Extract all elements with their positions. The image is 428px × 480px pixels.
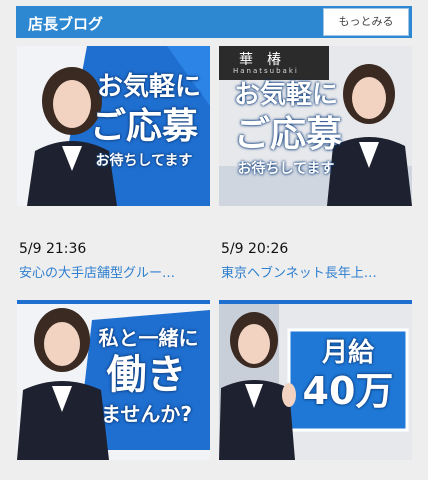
section-title: 店長ブログ [28, 15, 104, 33]
banner-line-1: 月給 [321, 338, 374, 368]
sign-subtext: Hanatsubaki [233, 67, 299, 75]
blog-thumbnail[interactable]: お気軽に ご応募 お待ちしてます [17, 46, 210, 206]
blog-card[interactable]: 月給 40万 [219, 300, 412, 480]
banner-line-3: ませんか? [100, 402, 192, 426]
banner-line-2: ご応募 [89, 106, 198, 147]
sign-text: 華 椿 [239, 52, 281, 68]
more-button[interactable]: もっとみる [323, 8, 409, 36]
blog-card[interactable]: お気軽に ご応募 お待ちしてます 5/9 21:36 安心の大手店舗型グルー… [17, 46, 210, 286]
banner-line-1: 私と一緒に [98, 326, 199, 350]
post-date: 5/9 21:36 [19, 241, 87, 257]
blog-thumbnail[interactable]: 私と一緒に 働き ませんか? [17, 300, 210, 460]
banner-line-3: お待ちしてます [95, 153, 193, 169]
post-title[interactable]: 東京ヘブンネット長年上… [221, 262, 412, 281]
section-header: 店長ブログ もっとみる [16, 6, 412, 38]
banner-line-2: 働き [106, 352, 187, 398]
blog-thumbnail[interactable]: 華 椿 Hanatsubaki お気軽に ご応募 お待ちしてます [219, 46, 412, 206]
blog-card[interactable]: 私と一緒に 働き ませんか? [17, 300, 210, 480]
banner-line-2: ご応募 [233, 114, 342, 155]
banner-line-3: お待ちしてます [237, 161, 335, 177]
banner-line-2: 40万 [302, 369, 394, 413]
post-title[interactable]: 安心の大手店舗型グルー… [19, 262, 210, 281]
post-date: 5/9 20:26 [221, 241, 289, 257]
blog-thumbnail[interactable]: 月給 40万 [219, 300, 412, 460]
blog-card[interactable]: 華 椿 Hanatsubaki お気軽に ご応募 お待ちしてます 5/9 20:… [219, 46, 412, 286]
banner-line-1: お気軽に [233, 80, 338, 110]
banner-line-1: お気軽に [96, 72, 201, 102]
